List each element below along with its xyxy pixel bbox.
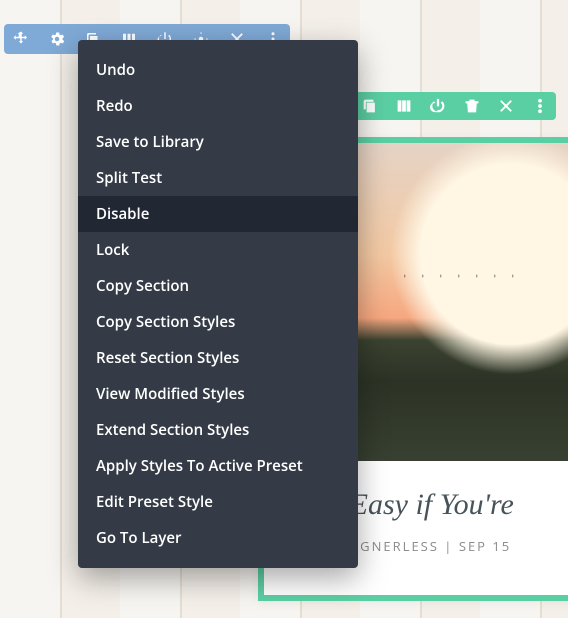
menu-item-copy-section-styles[interactable]: Copy Section Styles (78, 304, 358, 340)
power-icon[interactable] (428, 96, 448, 116)
menu-item-apply-styles-to-active-preset[interactable]: Apply Styles To Active Preset (78, 448, 358, 484)
row-toolbar (354, 92, 556, 120)
gear-icon[interactable] (48, 30, 66, 48)
menu-item-redo[interactable]: Redo (78, 88, 358, 124)
move-icon[interactable] (12, 30, 30, 48)
context-menu: UndoRedoSave to LibrarySplit TestDisable… (78, 40, 358, 568)
menu-item-extend-section-styles[interactable]: Extend Section Styles (78, 412, 358, 448)
menu-item-lock[interactable]: Lock (78, 232, 358, 268)
menu-item-save-to-library[interactable]: Save to Library (78, 124, 358, 160)
menu-item-go-to-layer[interactable]: Go To Layer (78, 520, 358, 556)
menu-item-view-modified-styles[interactable]: View Modified Styles (78, 376, 358, 412)
menu-item-undo[interactable]: Undo (78, 52, 358, 88)
menu-item-edit-preset-style[interactable]: Edit Preset Style (78, 484, 358, 520)
close-icon[interactable] (496, 96, 516, 116)
menu-item-reset-section-styles[interactable]: Reset Section Styles (78, 340, 358, 376)
trash-icon[interactable] (462, 96, 482, 116)
more-icon[interactable] (530, 96, 550, 116)
menu-item-split-test[interactable]: Split Test (78, 160, 358, 196)
menu-item-disable[interactable]: Disable (78, 196, 358, 232)
menu-item-copy-section[interactable]: Copy Section (78, 268, 358, 304)
duplicate-icon[interactable] (360, 96, 380, 116)
columns-icon[interactable] (394, 96, 414, 116)
